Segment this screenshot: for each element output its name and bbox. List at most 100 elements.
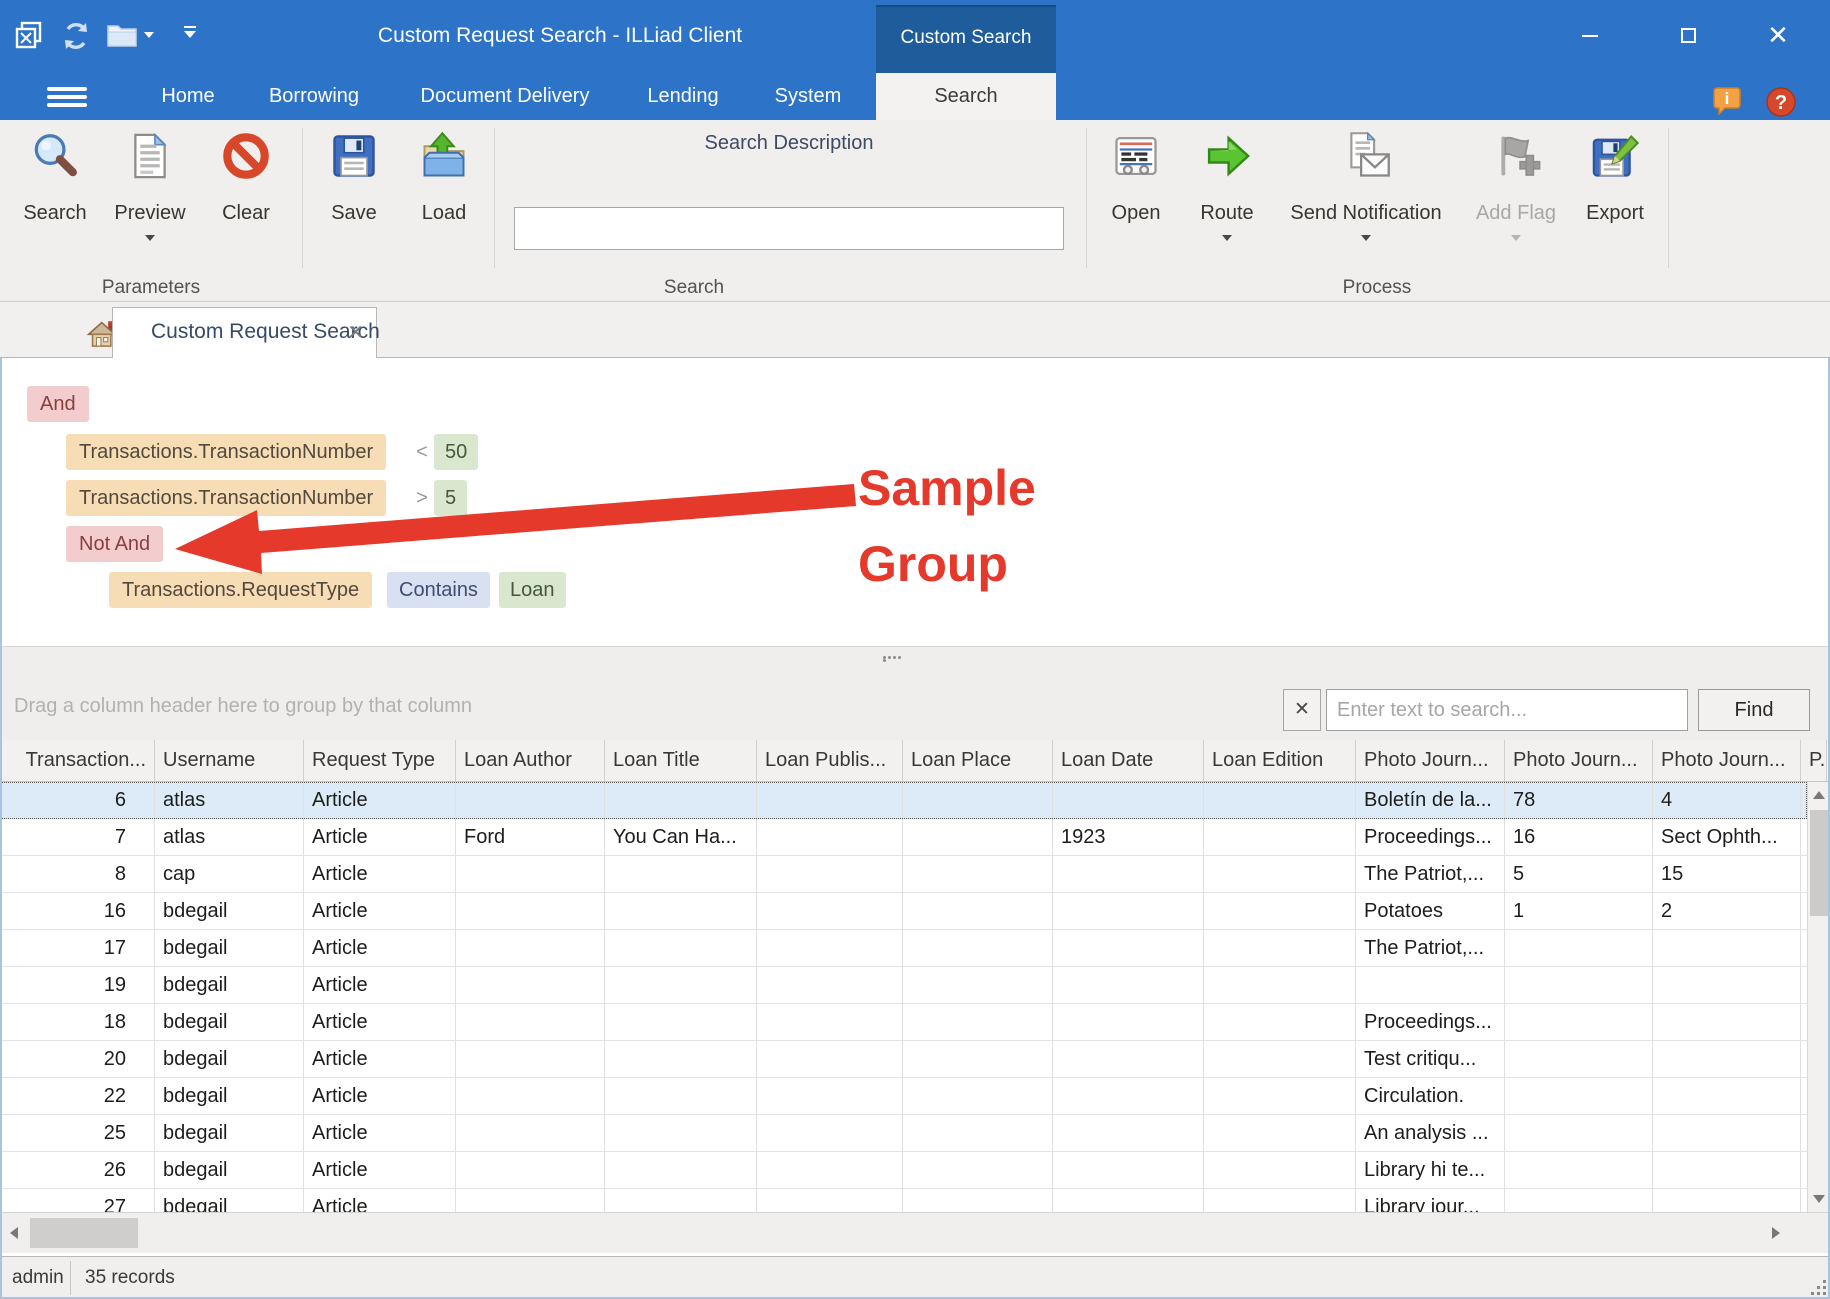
table-row[interactable]: 20bdegailArticleTest critiqu... <box>0 1041 1807 1078</box>
folder-icon[interactable] <box>106 20 140 55</box>
search-clear-button[interactable]: ✕ <box>1283 689 1321 731</box>
grid-cell <box>605 1189 757 1212</box>
grid-cell <box>1204 1189 1356 1212</box>
tab-system[interactable]: System <box>766 73 850 120</box>
find-button[interactable]: Find <box>1698 689 1810 731</box>
horizontal-scrollbar[interactable] <box>0 1212 1830 1253</box>
grid-cell: 15 <box>1653 856 1801 893</box>
grid-cell: bdegail <box>155 930 304 967</box>
grid-column-header[interactable]: Loan Date <box>1053 740 1204 782</box>
table-row[interactable]: 16bdegailArticlePotatoes12 <box>0 893 1807 930</box>
maximize-button[interactable] <box>1662 12 1714 58</box>
scroll-up-icon[interactable] <box>1808 782 1830 808</box>
qat-customize-icon[interactable] <box>184 26 196 38</box>
grid-cell: Article <box>304 1078 456 1115</box>
tab-custom-request-search[interactable]: Custom Request Search ✕ <box>112 307 377 359</box>
query-condition-value[interactable]: 5 <box>434 480 467 516</box>
tab-home[interactable]: Home <box>155 73 221 120</box>
grid-column-header[interactable]: Request Type <box>304 740 456 782</box>
clear-button[interactable]: Clear <box>204 120 288 248</box>
grid-column-header[interactable]: Transaction... <box>0 740 155 782</box>
tab-document-delivery[interactable]: Document Delivery <box>405 73 605 120</box>
vertical-scroll-thumb[interactable] <box>1810 810 1829 916</box>
query-condition-operator[interactable]: < <box>410 434 434 470</box>
table-row[interactable]: 19bdegailArticle <box>0 967 1807 1004</box>
help-icon[interactable]: ? <box>1764 85 1798 115</box>
close-button[interactable]: ✕ <box>1752 12 1804 58</box>
tab-search[interactable]: Search <box>876 73 1056 120</box>
resize-grip[interactable] <box>1804 1273 1826 1295</box>
table-row[interactable]: 26bdegailArticleLibrary hi te... <box>0 1152 1807 1189</box>
scroll-down-icon[interactable] <box>1808 1186 1830 1212</box>
grid-cell <box>605 1041 757 1078</box>
info-icon[interactable]: i <box>1712 85 1744 115</box>
grid-cell <box>757 819 903 856</box>
horizontal-scroll-thumb[interactable] <box>30 1218 138 1248</box>
status-record-count: 35 records <box>85 1267 175 1289</box>
query-group-condition-operator[interactable]: Contains <box>387 572 490 608</box>
search-description-input[interactable] <box>514 207 1064 250</box>
grid-search-input[interactable] <box>1326 689 1688 731</box>
vertical-scrollbar[interactable] <box>1807 782 1830 1212</box>
scroll-right-icon[interactable] <box>1772 1227 1780 1239</box>
grid-cell: Boletín de la... <box>1356 782 1505 819</box>
table-row[interactable]: 22bdegailArticleCirculation. <box>0 1078 1807 1115</box>
save-button[interactable]: Save <box>314 120 394 248</box>
load-button[interactable]: Load <box>404 120 484 248</box>
tab-borrowing[interactable]: Borrowing <box>258 73 370 120</box>
table-row[interactable]: 17bdegailArticleThe Patriot,... <box>0 930 1807 967</box>
contextual-tab-group-label: Custom Search <box>876 5 1056 73</box>
folder-dropdown-icon[interactable] <box>144 32 154 38</box>
app-window-icon[interactable] <box>14 20 44 55</box>
grid-cell <box>757 856 903 893</box>
grid-column-header[interactable]: Photo Journ... <box>1505 740 1653 782</box>
grid-cell <box>456 967 605 1004</box>
tab-lending[interactable]: Lending <box>638 73 728 120</box>
add-flag-button[interactable]: Add Flag <box>1463 120 1569 248</box>
menu-hamburger-icon[interactable] <box>47 87 87 107</box>
grid-column-header[interactable]: Loan Author <box>456 740 605 782</box>
query-condition-value[interactable]: 50 <box>434 434 478 470</box>
open-button[interactable]: Open <box>1096 120 1176 248</box>
query-root-operator[interactable]: And <box>27 386 89 422</box>
grid-cell <box>605 1078 757 1115</box>
query-group-condition-field[interactable]: Transactions.RequestType <box>109 572 372 608</box>
preview-button[interactable]: Preview <box>103 120 197 248</box>
grid-column-header[interactable]: Loan Place <box>903 740 1053 782</box>
scroll-left-icon[interactable] <box>10 1227 18 1239</box>
table-row[interactable]: 18bdegailArticleProceedings... <box>0 1004 1807 1041</box>
table-row[interactable]: 6atlasArticleBoletín de la...784 <box>0 782 1807 819</box>
query-condition-field[interactable]: Transactions.TransactionNumber <box>66 434 386 470</box>
grid-cell <box>1053 1078 1204 1115</box>
grid-column-header[interactable]: Loan Title <box>605 740 757 782</box>
grid-column-header[interactable]: Username <box>155 740 304 782</box>
splitter-handle[interactable] <box>883 656 907 660</box>
grid-cell: 16 <box>0 893 155 930</box>
grid-column-header[interactable]: P... <box>1801 740 1827 782</box>
send-notification-button[interactable]: Send Notification <box>1275 120 1457 248</box>
grid-column-header[interactable]: Loan Edition <box>1204 740 1356 782</box>
table-row[interactable]: 7atlasArticleFordYou Can Ha...1923Procee… <box>0 819 1807 856</box>
route-button[interactable]: Route <box>1185 120 1269 248</box>
grid-column-header[interactable]: Photo Journ... <box>1356 740 1505 782</box>
illiad-client-window: Custom Request Search - ILLiad Client Cu… <box>0 0 1830 1299</box>
table-row[interactable]: 27bdegailArticleLibrary jour... <box>0 1189 1807 1212</box>
export-button[interactable]: Export <box>1572 120 1658 248</box>
refresh-icon[interactable] <box>60 20 92 57</box>
grid-column-header[interactable]: Loan Publis... <box>757 740 903 782</box>
grid-column-header[interactable]: Photo Journ... <box>1653 740 1801 782</box>
tab-close-icon[interactable]: ✕ <box>347 320 364 345</box>
query-condition-field[interactable]: Transactions.TransactionNumber <box>66 480 386 516</box>
grid-cell <box>1505 1041 1653 1078</box>
search-button[interactable]: Search <box>12 120 98 248</box>
table-row[interactable]: 25bdegailArticleAn analysis ... <box>0 1115 1807 1152</box>
minimize-button[interactable] <box>1564 12 1616 58</box>
table-row[interactable]: 8capArticleThe Patriot,...515 <box>0 856 1807 893</box>
status-user: admin <box>12 1267 64 1289</box>
query-group-condition-value[interactable]: Loan <box>499 572 566 608</box>
grid-cell <box>456 1078 605 1115</box>
grid-cell <box>1204 1115 1356 1152</box>
query-group-operator[interactable]: Not And <box>66 526 163 562</box>
grid-cell <box>605 930 757 967</box>
query-condition-operator[interactable]: > <box>410 480 434 516</box>
